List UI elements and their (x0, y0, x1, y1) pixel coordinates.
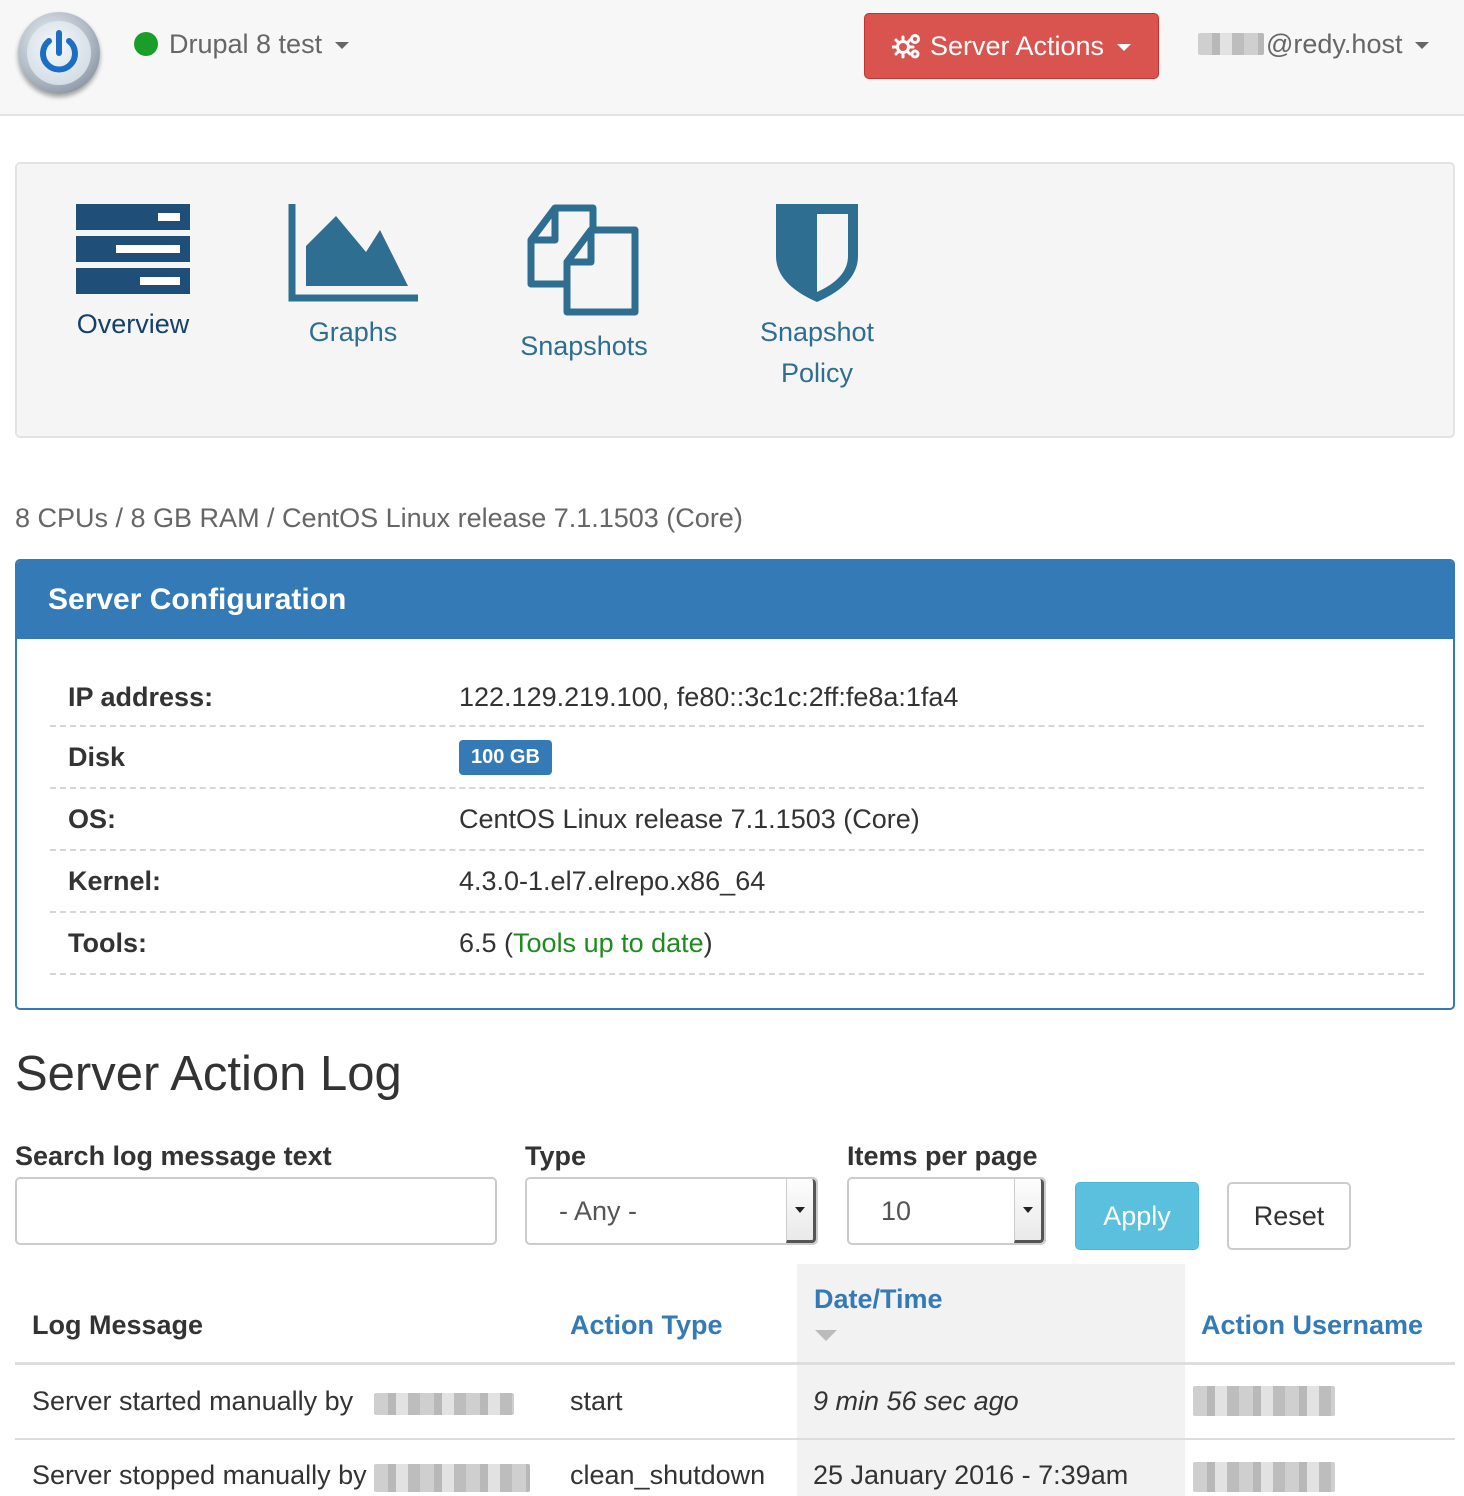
config-label: IP address: (68, 681, 214, 712)
row-2-type: clean_shutdown (570, 1460, 766, 1490)
sort-desc-icon (815, 1330, 837, 1341)
row-2-message: Server stopped manually by (32, 1460, 367, 1490)
row-2-datetime: 25 January 2016 - 7:39am (813, 1460, 1129, 1490)
server-configuration-panel: Server Configuration IP address: 122.129… (15, 559, 1455, 1010)
nav-overview-label: Overview (76, 309, 190, 339)
redacted-username (1198, 33, 1264, 55)
user-domain: @redy.host (1266, 28, 1403, 59)
user-menu[interactable]: @redy.host (1198, 26, 1430, 62)
chevron-down-icon (1117, 44, 1132, 51)
nav-overview[interactable]: Overview (63, 204, 203, 345)
chevron-down-icon (335, 42, 350, 49)
server-actions-label: Server Actions (929, 30, 1105, 61)
config-table: IP address: 122.129.219.100, fe80::3c1c:… (50, 669, 1424, 975)
config-row-os: OS: CentOS Linux release 7.1.1503 (Core) (50, 789, 1424, 851)
redacted-username (1193, 1386, 1335, 1416)
config-row-kernel: Kernel: 4.3.0-1.el7.elrepo.x86_64 (50, 851, 1424, 913)
server-specs: 8 CPUs / 8 GB RAM / CentOS Linux release… (15, 503, 743, 533)
apply-button[interactable]: Apply (1075, 1182, 1199, 1250)
kernel-value: 4.3.0-1.el7.elrepo.x86_64 (459, 865, 766, 896)
nav-snapshot-policy[interactable]: Snapshot Policy (747, 204, 887, 394)
redacted-username (1193, 1462, 1335, 1492)
nav-graphs-label: Graphs (308, 317, 398, 347)
nav-graphs[interactable]: Graphs (287, 204, 419, 353)
panel-title: Server Configuration (17, 561, 1453, 639)
gears-icon (891, 34, 920, 59)
server-nav: Overview Graphs Snapshots Snapshot Policy (15, 162, 1455, 438)
select-arrow-icon (1014, 1179, 1044, 1243)
row-1-type: start (570, 1386, 623, 1416)
os-value: CentOS Linux release 7.1.1503 (Core) (459, 803, 920, 834)
chevron-down-icon (1415, 42, 1430, 49)
table-row-divider (15, 1438, 1455, 1440)
table-header-divider (15, 1362, 1455, 1365)
row-1-message: Server started manually by (32, 1386, 354, 1416)
ip-address-value: 122.129.219.100, fe80::3c1c:2ff:fe8a:1fa… (459, 681, 959, 712)
power-symbol-icon (40, 30, 78, 73)
nav-snapshots-label: Snapshots (520, 331, 648, 361)
nav-snapshot-policy-label: Snapshot Policy (759, 317, 875, 388)
shield-icon (776, 204, 858, 302)
col-action-type[interactable]: Action Type (570, 1310, 723, 1341)
config-row-disk: Disk 100 GB (50, 727, 1424, 789)
col-log-message: Log Message (32, 1310, 204, 1340)
tools-status: Tools up to date (513, 927, 704, 958)
server-selector[interactable]: Drupal 8 test (134, 26, 350, 62)
power-icon[interactable] (18, 12, 100, 94)
select-arrow-icon (786, 1179, 816, 1243)
redacted-username (374, 1393, 514, 1415)
search-label: Search log message text (15, 1141, 332, 1171)
search-input[interactable] (15, 1177, 497, 1245)
reset-button[interactable]: Reset (1227, 1182, 1351, 1250)
disk-size-badge: 100 GB (459, 740, 552, 775)
config-label: OS: (68, 803, 117, 834)
row-1-datetime: 9 min 56 sec ago (813, 1386, 1019, 1416)
log-title: Server Action Log (15, 1047, 402, 1101)
config-label: Tools: (68, 927, 147, 958)
type-select[interactable]: - Any - (525, 1177, 818, 1245)
copy-files-icon (527, 204, 639, 316)
server-name: Drupal 8 test (169, 28, 323, 59)
redacted-username (374, 1464, 530, 1492)
server-actions-button[interactable]: Server Actions (864, 13, 1159, 79)
nav-snapshots[interactable]: Snapshots (514, 204, 654, 367)
tools-value: 6.5 (Tools up to date) (459, 927, 713, 958)
col-date-time[interactable]: Date/Time (814, 1284, 943, 1315)
top-bar: Drupal 8 test Server Actions @redy.host (0, 0, 1464, 116)
type-label: Type (525, 1141, 587, 1171)
items-per-page-select[interactable]: 10 (847, 1177, 1046, 1245)
config-row-tools: Tools: 6.5 (Tools up to date) (50, 913, 1424, 975)
config-row-ip: IP address: 122.129.219.100, fe80::3c1c:… (50, 669, 1424, 727)
server-list-icon (76, 204, 190, 294)
config-label: Disk (68, 741, 126, 772)
col-action-username[interactable]: Action Username (1201, 1310, 1423, 1341)
config-label: Kernel: (68, 865, 162, 896)
items-per-page-label: Items per page (847, 1141, 1038, 1171)
type-select-value: - Any - (559, 1195, 638, 1226)
items-per-page-value: 10 (881, 1195, 912, 1226)
server-status-dot (134, 32, 158, 56)
area-chart-icon (288, 204, 418, 302)
